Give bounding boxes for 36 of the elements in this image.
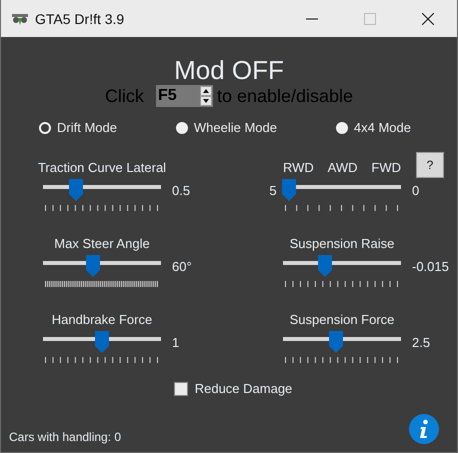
maximize-icon: [364, 12, 376, 24]
slider-value: 2.5: [412, 334, 430, 350]
slider-thumb[interactable]: [95, 331, 109, 353]
slider-thumb[interactable]: [329, 331, 344, 353]
drive-label: RWD: [283, 160, 314, 174]
slider-label: Suspension Raise: [290, 236, 394, 250]
reduce-damage-checkbox[interactable]: Reduce Damage: [174, 381, 292, 396]
drive-label: FWD: [371, 160, 401, 174]
slider-thumb[interactable]: [86, 255, 100, 277]
slider-thumb[interactable]: [282, 179, 296, 201]
slider-label: Suspension Force: [290, 312, 394, 326]
spinner-arrows-icon[interactable]: [200, 86, 212, 106]
slider-label: Handbrake Force: [52, 312, 152, 326]
instruction-label: to enable/disable: [216, 86, 354, 106]
info-icon[interactable]: [409, 414, 439, 444]
slider-min-label: 5: [269, 182, 277, 198]
slider-value: 60°: [172, 258, 192, 274]
slider-label: Max Steer Angle: [54, 236, 150, 250]
slider-value: 0.5: [172, 182, 190, 198]
slider-thumb[interactable]: [69, 179, 84, 201]
window-title: GTA5 Dr!ft 3.9: [35, 10, 124, 26]
slider-label: Traction Curve Lateral: [38, 160, 166, 174]
click-label: Click: [104, 86, 144, 106]
status-text: Cars with handling: 0: [9, 430, 122, 444]
mode-radio[interactable]: Drift Mode: [39, 120, 117, 135]
mode-radio[interactable]: 4x4 Mode: [336, 120, 411, 135]
app-icon: [11, 12, 29, 26]
slider-value: 0: [412, 182, 420, 198]
drive-label: AWD: [328, 160, 358, 174]
slider-value: -0.015: [412, 258, 449, 274]
mode-radio[interactable]: Wheelie Mode: [176, 120, 277, 135]
mod-status: Mod OFF: [174, 55, 284, 85]
close-icon: [422, 12, 434, 24]
slider-value: 1: [172, 334, 180, 350]
help-button[interactable]: ?: [416, 152, 444, 178]
slider-thumb[interactable]: [318, 255, 332, 277]
